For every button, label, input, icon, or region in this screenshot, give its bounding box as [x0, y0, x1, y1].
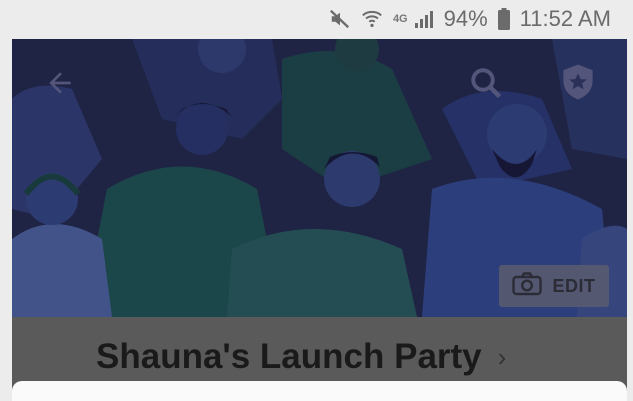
battery-percent: 94%	[443, 6, 488, 31]
event-title-link[interactable]: Shauna's Launch Party ›	[96, 337, 506, 377]
event-header: Shauna's Launch Party ›	[12, 317, 627, 391]
battery-icon	[497, 8, 510, 30]
search-icon[interactable]	[468, 65, 504, 106]
clock: 11:52 AM	[519, 6, 611, 31]
wifi-icon	[361, 8, 383, 30]
admin-badge-icon[interactable]	[560, 63, 596, 106]
signal-icon	[414, 9, 434, 29]
camera-icon	[512, 271, 543, 301]
chevron-right-icon: ›	[497, 341, 507, 372]
network-type-label: 4G	[392, 13, 408, 25]
cover-photo[interactable]: EDIT	[12, 39, 627, 317]
bottom-sheet	[12, 381, 627, 401]
edit-cover-button[interactable]: EDIT	[499, 265, 609, 307]
event-title: Shauna's Launch Party	[96, 337, 482, 376]
back-arrow-icon[interactable]	[44, 67, 76, 104]
mute-icon	[329, 8, 351, 30]
edit-label: EDIT	[552, 275, 596, 296]
status-bar: 4G 94% 11:52 AM	[0, 0, 633, 38]
